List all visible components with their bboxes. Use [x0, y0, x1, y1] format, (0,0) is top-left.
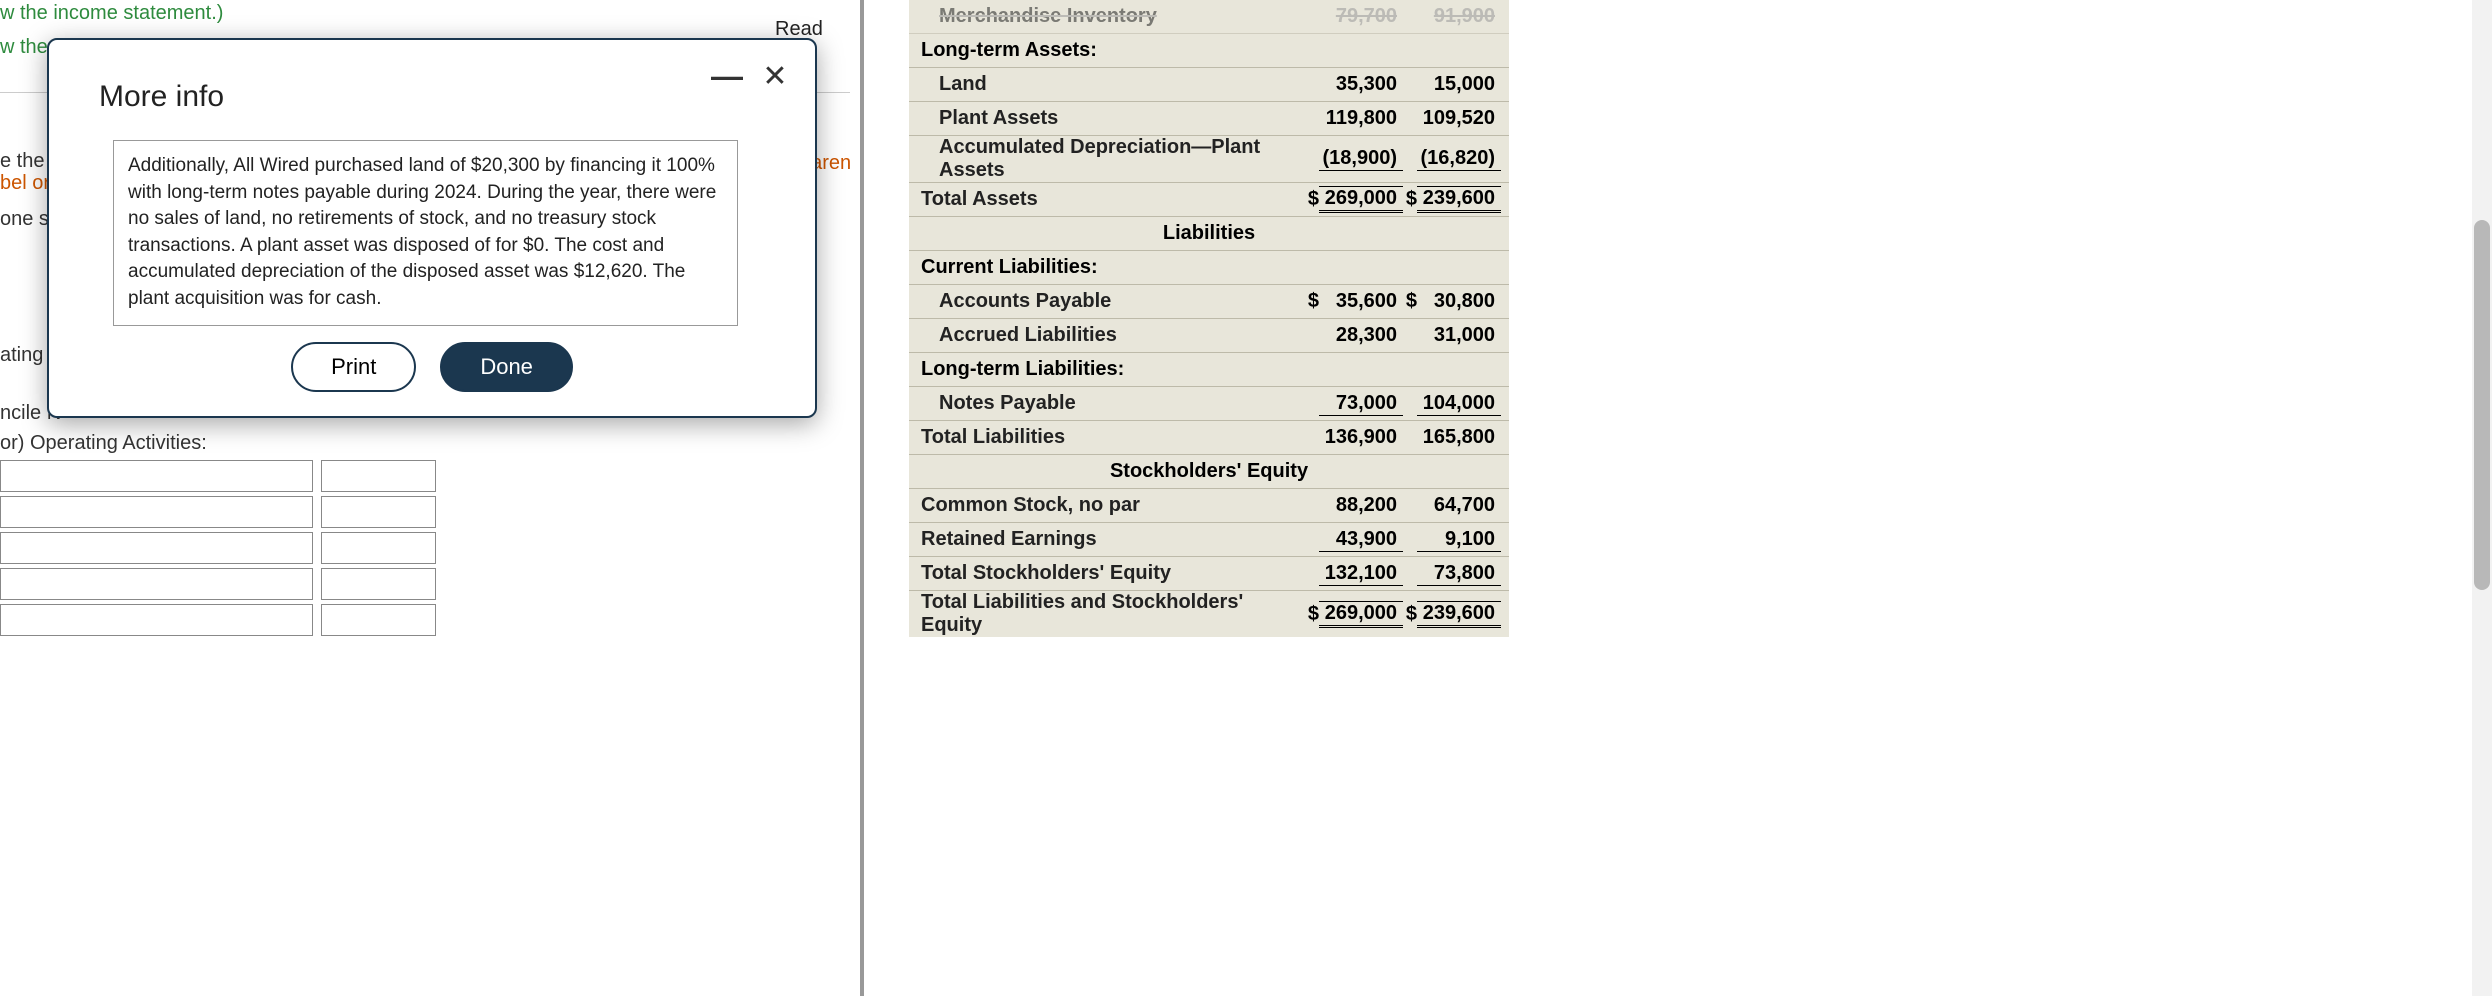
row-label: Accrued Liabilities [917, 324, 1305, 347]
col-value: 30,800 [1417, 290, 1501, 313]
table-row-grand-total: Total Liabilities and Stockholders' Equi… [909, 591, 1509, 637]
row-label: Plant Assets [917, 107, 1305, 130]
row-label: Total Stockholders' Equity [917, 562, 1305, 585]
fragment-operating-activities: or) Operating Activities: [0, 432, 207, 455]
col-value: 88,200 [1319, 494, 1403, 517]
activity-amount-input-3[interactable] [321, 532, 436, 564]
activity-amount-input-4[interactable] [321, 568, 436, 600]
col-dollar: $ [1403, 290, 1417, 313]
table-row: Plant Assets 119,800 109,520 [909, 102, 1509, 136]
col-value: 91,900 [1417, 5, 1501, 28]
table-row: Notes Payable 73,000 104,000 [909, 387, 1509, 421]
table-row-total: Total Assets $ 269,000 $ 239,600 [909, 183, 1509, 217]
activity-desc-input-2[interactable] [0, 496, 313, 528]
row-label: Common Stock, no par [917, 494, 1305, 517]
section-header: Long-term Assets: [909, 34, 1509, 68]
row-label: Long-term Assets: [917, 39, 1097, 62]
heading-label: Stockholders' Equity [917, 455, 1501, 488]
col-value: 165,800 [1417, 426, 1501, 449]
col-value: 73,800 [1417, 562, 1501, 586]
print-button[interactable]: Print [291, 342, 416, 392]
table-row: Accumulated Depreciation—Plant Assets (1… [909, 136, 1509, 183]
table-row: Accounts Payable $ 35,600 $ 30,800 [909, 285, 1509, 319]
row-label: Accumulated Depreciation—Plant Assets [917, 136, 1305, 182]
activity-desc-input-5[interactable] [0, 604, 313, 636]
balance-sheet-table: Merchandise Inventory 79,700 91,900 Long… [909, 0, 1509, 637]
col-value: 269,000 [1319, 186, 1403, 213]
operating-activities-inputs [0, 460, 450, 640]
table-row: Retained Earnings 43,900 9,100 [909, 523, 1509, 557]
table-row-total: Total Stockholders' Equity 132,100 73,80… [909, 557, 1509, 591]
activity-amount-input-1[interactable] [321, 460, 436, 492]
row-label: Accounts Payable [917, 290, 1305, 313]
close-icon[interactable]: ✕ [757, 58, 793, 94]
col-value: 119,800 [1319, 107, 1403, 130]
col-value: 104,000 [1417, 392, 1501, 416]
col-value: 64,700 [1417, 494, 1501, 517]
heading-label: Liabilities [917, 217, 1501, 250]
col-value: (18,900) [1319, 147, 1403, 171]
col-dollar: $ [1305, 603, 1319, 626]
col-value: 109,520 [1417, 107, 1501, 130]
col-value: 239,600 [1417, 186, 1501, 213]
fragment-one-s: one s [0, 208, 49, 231]
row-label: Merchandise Inventory [917, 5, 1305, 28]
row-label: Current Liabilities: [917, 256, 1098, 279]
table-row-total: Total Liabilities 136,900 165,800 [909, 421, 1509, 455]
col-dollar: $ [1403, 603, 1417, 626]
col-value: (16,820) [1417, 147, 1501, 171]
col-value: 136,900 [1319, 426, 1403, 449]
section-heading: Stockholders' Equity [909, 455, 1509, 489]
section-heading: Liabilities [909, 217, 1509, 251]
fragment-bel-or: bel or [0, 172, 50, 195]
fragment-income-stmt: w the income statement.) [0, 2, 223, 25]
table-row: Accrued Liabilities 28,300 31,000 [909, 319, 1509, 353]
activity-amount-input-2[interactable] [321, 496, 436, 528]
section-header: Long-term Liabilities: [909, 353, 1509, 387]
col-value: 35,600 [1319, 290, 1403, 313]
table-row: Land 35,300 15,000 [909, 68, 1509, 102]
activity-desc-input-4[interactable] [0, 568, 313, 600]
row-label: Total Liabilities and Stockholders' Equi… [917, 591, 1305, 637]
col-value: 28,300 [1319, 324, 1403, 347]
row-label: Notes Payable [917, 392, 1305, 415]
col-value: 43,900 [1319, 528, 1403, 552]
col-value: 31,000 [1417, 324, 1501, 347]
more-info-modal: More info — ✕ Additionally, All Wired pu… [47, 38, 817, 418]
row-label: Long-term Liabilities: [917, 358, 1124, 381]
row-label: Land [917, 73, 1305, 96]
col-dollar: $ [1305, 188, 1319, 211]
minimize-icon[interactable]: — [709, 58, 745, 94]
right-panel: Merchandise Inventory 79,700 91,900 Long… [860, 0, 2492, 996]
col-value: 35,300 [1319, 73, 1403, 96]
modal-body-text: Additionally, All Wired purchased land o… [113, 140, 738, 326]
col-value: 15,000 [1417, 73, 1501, 96]
col-value: 239,600 [1417, 601, 1501, 628]
section-header: Current Liabilities: [909, 251, 1509, 285]
table-row: Common Stock, no par 88,200 64,700 [909, 489, 1509, 523]
activity-desc-input-3[interactable] [0, 532, 313, 564]
modal-title: More info [99, 80, 224, 114]
col-value: 79,700 [1319, 5, 1403, 28]
scrollbar-track[interactable] [2472, 0, 2492, 996]
col-value: 9,100 [1417, 528, 1501, 552]
activity-amount-input-5[interactable] [321, 604, 436, 636]
row-label: Total Liabilities [917, 426, 1305, 449]
col-dollar: $ [1403, 188, 1417, 211]
col-value: 73,000 [1319, 392, 1403, 416]
scrollbar-thumb[interactable] [2474, 220, 2490, 590]
col-value: 269,000 [1319, 601, 1403, 628]
done-button[interactable]: Done [440, 342, 573, 392]
col-dollar: $ [1305, 290, 1319, 313]
fragment-w-the: w the [0, 36, 48, 59]
activity-desc-input-1[interactable] [0, 460, 313, 492]
col-value: 132,100 [1319, 562, 1403, 586]
table-row: Merchandise Inventory 79,700 91,900 [909, 0, 1509, 34]
row-label: Retained Earnings [917, 528, 1305, 551]
row-label: Total Assets [917, 188, 1305, 211]
